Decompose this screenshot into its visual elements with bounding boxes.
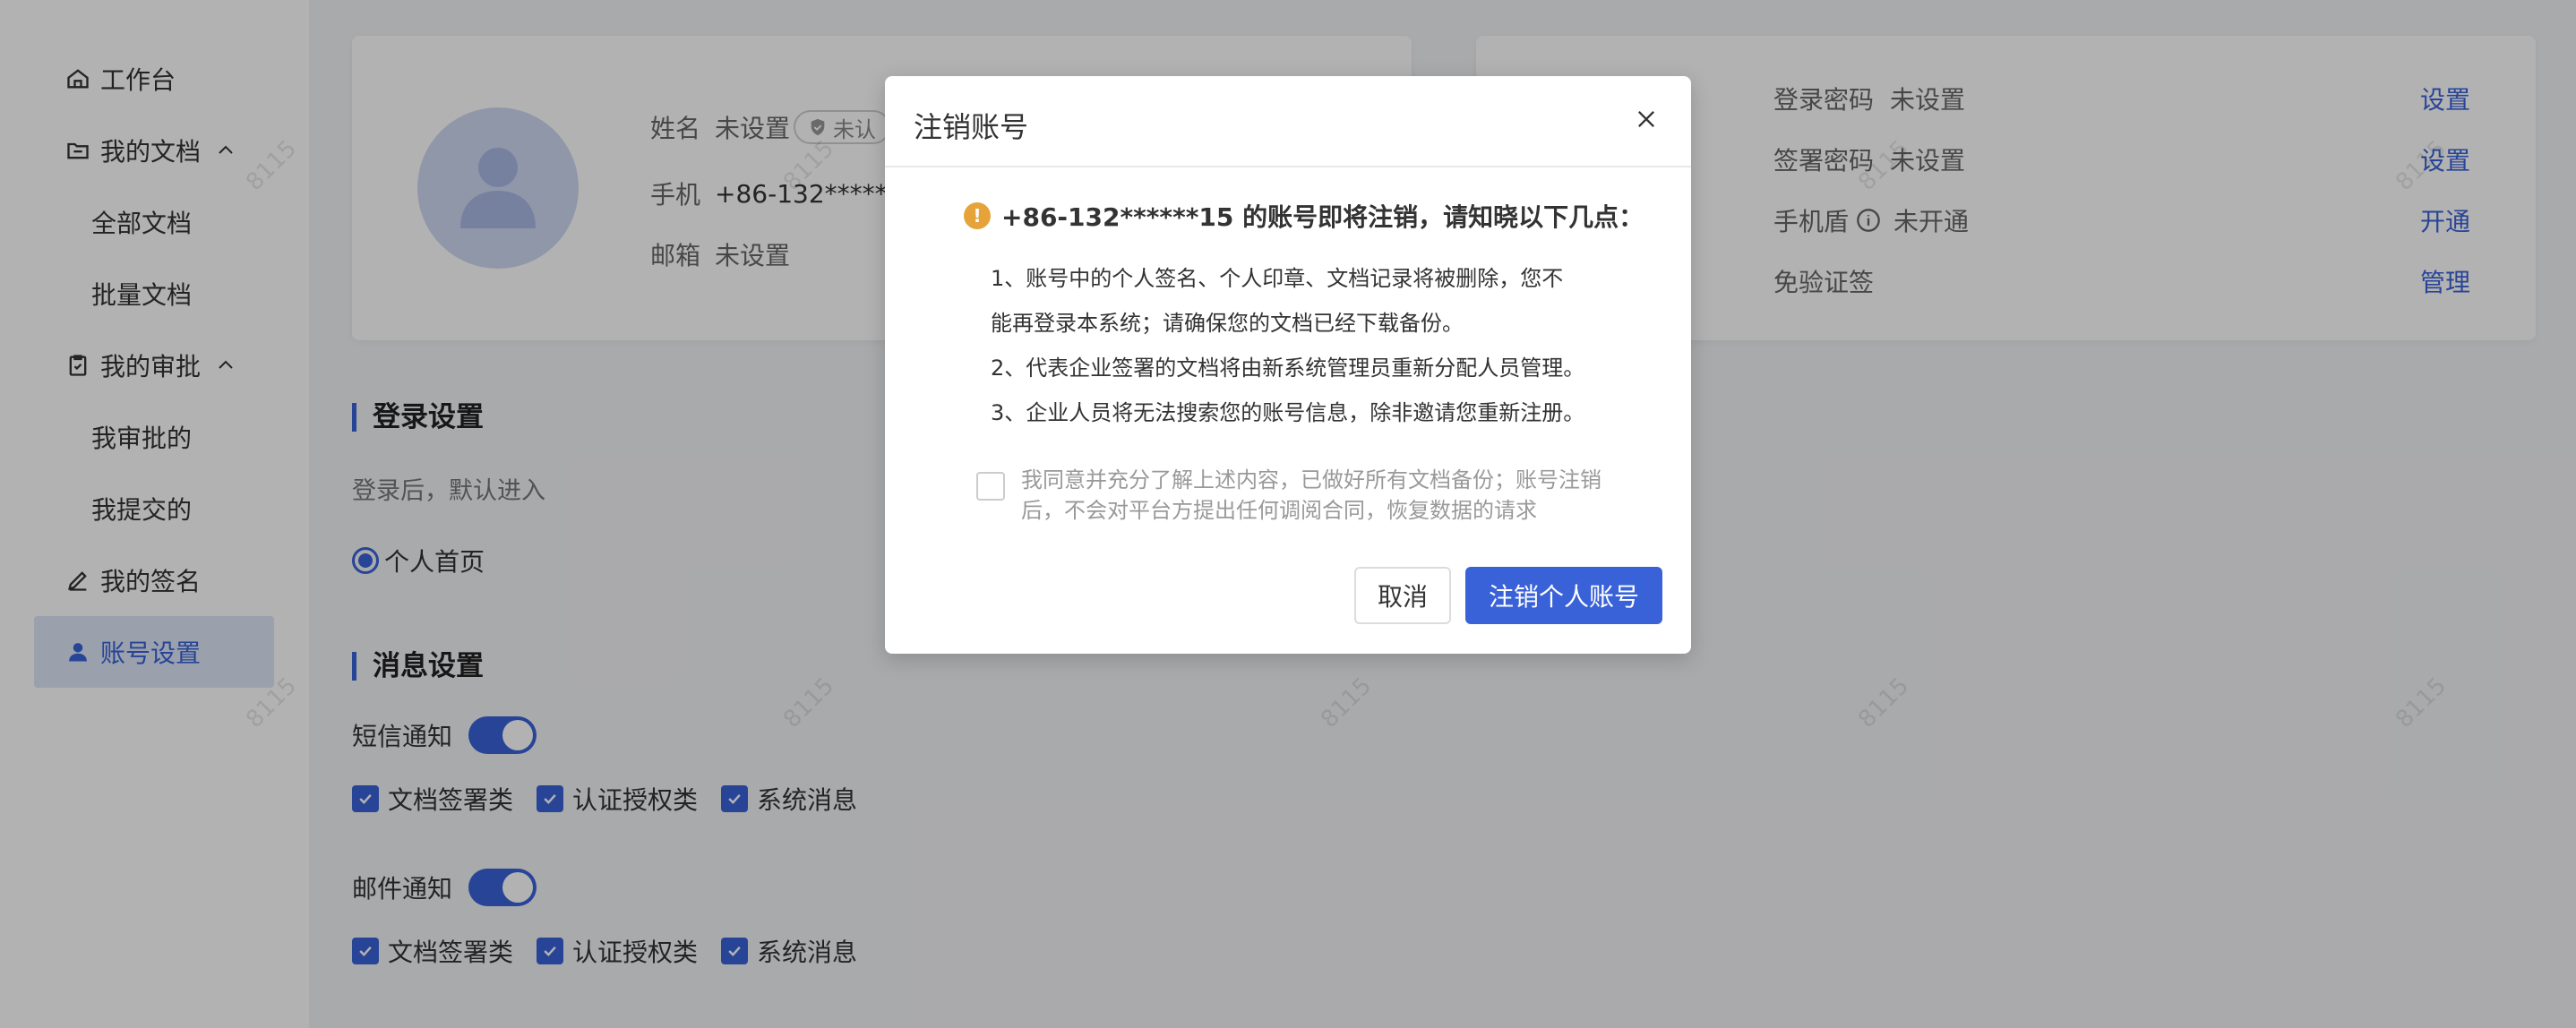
cancel-account-dialog: 注销账号 ! +86-132******15 的账号即将注销，请知晓以下几点： … [885, 76, 1691, 654]
rule-line: 能再登录本系统；请确保您的文档已经下载备份。 [991, 311, 1464, 336]
dialog-warning: ! +86-132******15 的账号即将注销，请知晓以下几点： [964, 198, 1644, 234]
rule-line: 2、代表企业签署的文档将由新系统管理员重新分配人员管理。 [991, 356, 1585, 381]
warning-text: +86-132******15 的账号即将注销，请知晓以下几点： [1001, 202, 1644, 232]
agree-text: 我同意并充分了解上述内容，已做好所有文档备份；账号注销后，不会对平台方提出任何调… [1021, 467, 1601, 523]
warning-icon: ! [964, 202, 991, 229]
rule-line: 1、账号中的个人签名、个人印章、文档记录将被删除，您不 [991, 266, 1564, 291]
confirm-cancel-account-button[interactable]: 注销个人账号 [1465, 567, 1662, 624]
close-icon[interactable] [1630, 103, 1662, 135]
dialog-header: 注销账号 [885, 76, 1691, 167]
cancel-button[interactable]: 取消 [1354, 567, 1451, 624]
agree-checkbox-row[interactable]: 我同意并充分了解上述内容，已做好所有文档备份；账号注销后，不会对平台方提出任何调… [976, 465, 1612, 526]
rule-line: 3、企业人员将无法搜索您的账号信息，除非邀请您重新注册。 [991, 400, 1585, 425]
agree-checkbox[interactable] [976, 472, 1005, 501]
dialog-title: 注销账号 [914, 110, 1029, 144]
